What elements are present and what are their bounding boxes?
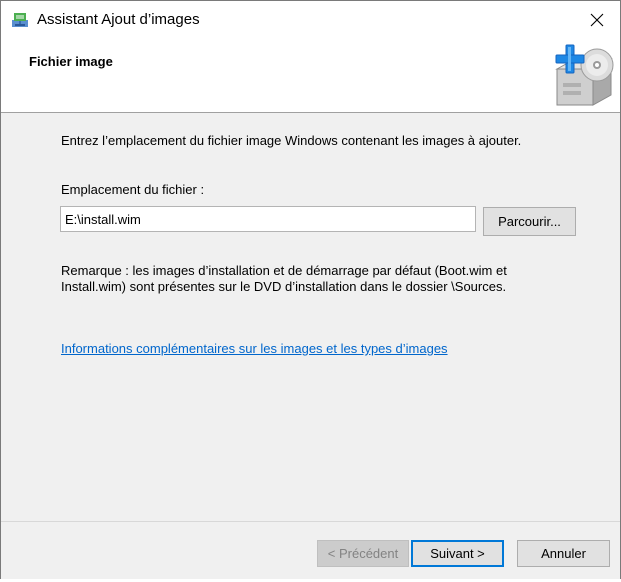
wizard-window: Assistant Ajout d’images Fichier image E… [0,0,621,579]
note-line-1: Remarque : les images d’installation et … [61,263,507,278]
add-image-cd-box-icon [555,44,614,106]
wizard-header: Fichier image [1,39,620,113]
title-bar: Assistant Ajout d’images [1,1,620,39]
note-text: Remarque : les images d’installation et … [61,263,561,295]
close-button[interactable] [574,1,620,39]
intro-text: Entrez l’emplacement du fichier image Wi… [61,133,522,148]
previous-button[interactable]: < Précédent [317,540,409,567]
wizard-content: Entrez l’emplacement du fichier image Wi… [1,113,620,521]
wds-app-icon [12,13,28,27]
note-line-2: Install.wim) sont présentes sur le DVD d… [61,279,507,294]
window-title: Assistant Ajout d’images [37,11,200,28]
more-info-link[interactable]: Informations complémentaires sur les ima… [61,341,448,356]
close-icon [590,13,604,27]
page-title: Fichier image [29,54,113,69]
file-location-label: Emplacement du fichier : [61,182,205,197]
file-location-input[interactable] [60,206,476,232]
cancel-button[interactable]: Annuler [517,540,610,567]
next-button[interactable]: Suivant > [411,540,504,567]
browse-button[interactable]: Parcourir... [483,207,576,236]
wizard-footer: < Précédent Suivant > Annuler [1,521,620,579]
